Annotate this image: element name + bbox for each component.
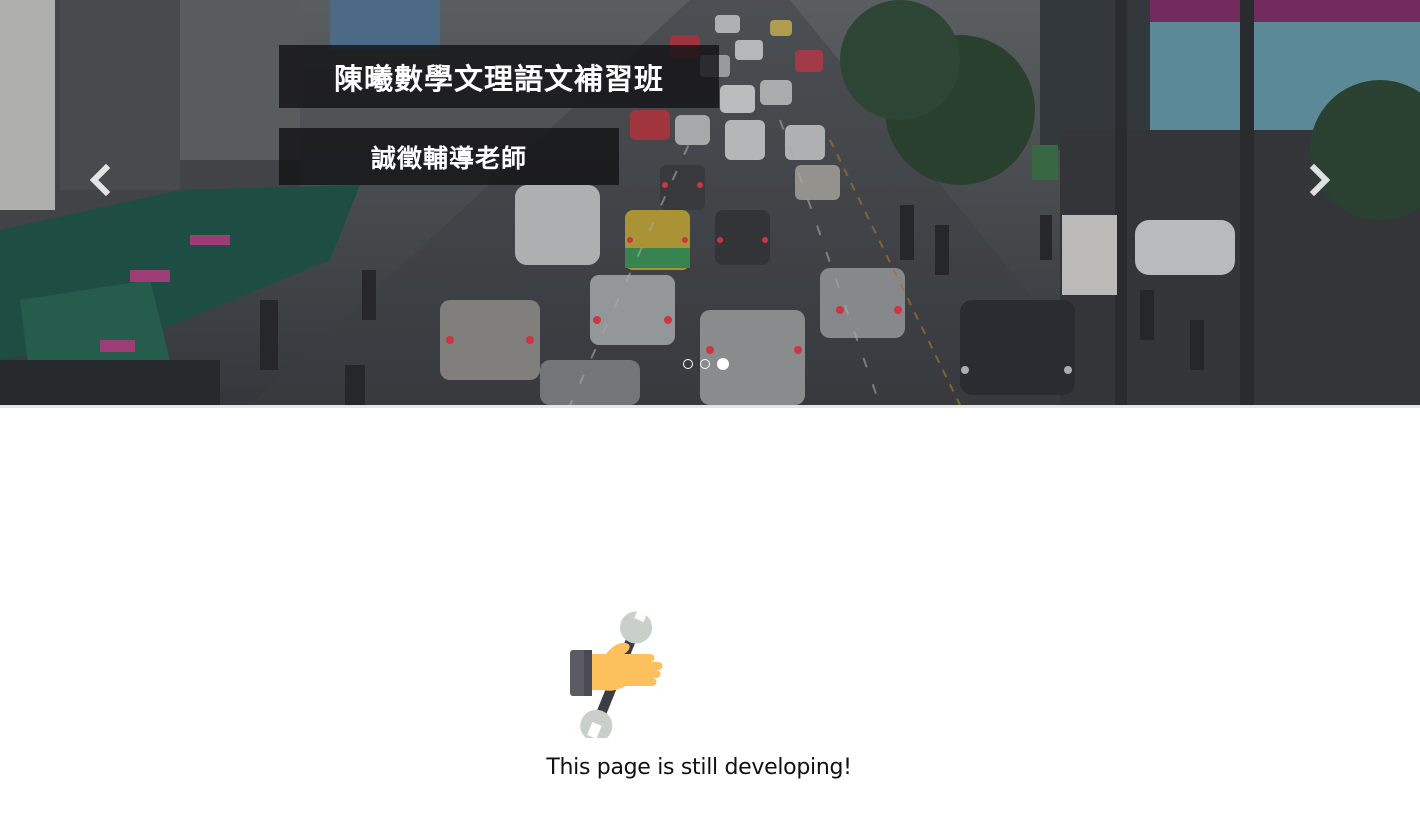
development-message: This page is still developing! xyxy=(546,755,852,780)
carousel-subtitle: 誠徵輔導老師 xyxy=(279,128,619,185)
carousel-next-button[interactable] xyxy=(1300,160,1340,200)
chevron-left-icon xyxy=(89,164,111,196)
wrench-hand-icon xyxy=(570,606,663,738)
carousel-indicator-2[interactable] xyxy=(700,359,710,369)
hero-carousel[interactable]: 陳曦數學文理語文補習班 誠徵輔導老師 xyxy=(0,0,1420,405)
carousel-indicator-1[interactable] xyxy=(683,359,693,369)
chevron-right-icon xyxy=(1309,164,1331,196)
carousel-indicator-3[interactable] xyxy=(717,358,729,370)
development-notice: This page is still developing! xyxy=(0,600,1420,800)
carousel-indicators xyxy=(683,358,729,370)
carousel-prev-button[interactable] xyxy=(80,160,120,200)
carousel-divider xyxy=(0,405,1420,408)
carousel-title: 陳曦數學文理語文補習班 xyxy=(279,45,719,108)
